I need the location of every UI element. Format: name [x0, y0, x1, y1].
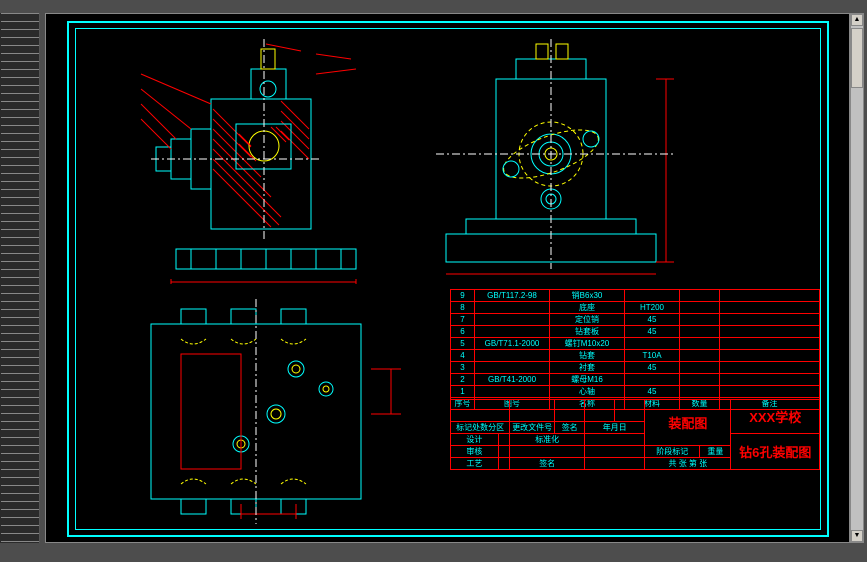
- role-std: 标准化: [510, 434, 585, 446]
- parts-row: 9GB/T117.2-98销B6x30: [451, 290, 820, 302]
- scroll-thumb[interactable]: [851, 28, 863, 88]
- parts-row: 8 底座HT200: [451, 302, 820, 314]
- parts-cell: [680, 338, 720, 350]
- revision-mark: 标记处数分区: [451, 422, 510, 434]
- parts-cell: [680, 290, 720, 302]
- title-info-block: 装配图 XXX学校 标记处数分区 更改文件号 签名 年月日 设计 标准化 钻6孔…: [450, 399, 820, 470]
- parts-cell: 9: [451, 290, 475, 302]
- parts-cell: [720, 362, 820, 374]
- parts-cell: [475, 386, 550, 398]
- parts-cell: T10A: [625, 350, 680, 362]
- revision-date: 年月日: [585, 422, 645, 434]
- parts-cell: 45: [625, 326, 680, 338]
- parts-cell: [720, 386, 820, 398]
- side-view: [416, 39, 696, 284]
- parts-cell: HT200: [625, 302, 680, 314]
- parts-cell: [720, 326, 820, 338]
- parts-cell: 底座: [550, 302, 625, 314]
- parts-cell: [680, 314, 720, 326]
- parts-cell: 45: [625, 314, 680, 326]
- front-section-view: [121, 39, 391, 284]
- revision-sign: 签名: [555, 422, 585, 434]
- parts-row: 6 钻套板45: [451, 326, 820, 338]
- parts-cell: 钻套板: [550, 326, 625, 338]
- parts-cell: [625, 290, 680, 302]
- parts-cell: 螺母M16: [550, 374, 625, 386]
- parts-row: 1 心轴45: [451, 386, 820, 398]
- parts-cell: [720, 338, 820, 350]
- main-title: 装配图: [645, 400, 731, 446]
- parts-cell: [625, 338, 680, 350]
- vertical-scrollbar[interactable]: ▲ ▼: [850, 13, 864, 543]
- parts-cell: 2: [451, 374, 475, 386]
- drawing-name: 钻6孔装配图: [731, 434, 820, 470]
- parts-cell: [475, 314, 550, 326]
- scroll-down-button[interactable]: ▼: [851, 530, 863, 542]
- parts-list-table: 9GB/T117.2-98销B6x308底座HT2007定位销456钻套板455…: [450, 289, 820, 410]
- parts-cell: [720, 314, 820, 326]
- parts-cell: 钻套: [550, 350, 625, 362]
- parts-cell: 45: [625, 386, 680, 398]
- parts-cell: [720, 350, 820, 362]
- parts-cell: [680, 374, 720, 386]
- parts-cell: [680, 386, 720, 398]
- parts-cell: 螺钉M10x20: [550, 338, 625, 350]
- parts-cell: [720, 374, 820, 386]
- parts-cell: [720, 290, 820, 302]
- parts-row: 2GB/T41-2000螺母M16: [451, 374, 820, 386]
- parts-cell: 3: [451, 362, 475, 374]
- parts-cell: [475, 350, 550, 362]
- role-approve: 工艺: [451, 458, 499, 470]
- parts-cell: 5: [451, 338, 475, 350]
- parts-cell: 7: [451, 314, 475, 326]
- parts-cell: [625, 374, 680, 386]
- title-block: 9GB/T117.2-98销B6x308底座HT2007定位销456钻套板455…: [450, 289, 820, 514]
- parts-row: 3 衬套45: [451, 362, 820, 374]
- weight-label: 重量: [700, 446, 731, 458]
- parts-cell: 衬套: [550, 362, 625, 374]
- role-signed: 签名: [510, 458, 585, 470]
- parts-cell: GB/T41-2000: [475, 374, 550, 386]
- top-view: [121, 294, 411, 529]
- parts-cell: 定位销: [550, 314, 625, 326]
- parts-cell: 心轴: [550, 386, 625, 398]
- parts-cell: [680, 326, 720, 338]
- revision-file: 更改文件号: [510, 422, 555, 434]
- parts-cell: [475, 326, 550, 338]
- parts-row: 5GB/T71.1-2000螺钉M10x20: [451, 338, 820, 350]
- parts-cell: 销B6x30: [550, 290, 625, 302]
- parts-row: 7 定位销45: [451, 314, 820, 326]
- sheet-label: 共 张 第 张: [645, 458, 731, 470]
- role-check: 审核: [451, 446, 499, 458]
- cad-canvas[interactable]: 9GB/T117.2-98销B6x308底座HT2007定位销456钻套板455…: [45, 13, 850, 543]
- role-design: 设计: [451, 434, 499, 446]
- parts-cell: [680, 350, 720, 362]
- parts-cell: [720, 302, 820, 314]
- parts-cell: GB/T117.2-98: [475, 290, 550, 302]
- parts-cell: [475, 302, 550, 314]
- parts-cell: 6: [451, 326, 475, 338]
- parts-cell: 8: [451, 302, 475, 314]
- parts-cell: [680, 302, 720, 314]
- parts-cell: 1: [451, 386, 475, 398]
- parts-row: 4 钻套T10A: [451, 350, 820, 362]
- parts-cell: [680, 362, 720, 374]
- vertical-ruler: [0, 13, 40, 543]
- parts-cell: GB/T71.1-2000: [475, 338, 550, 350]
- parts-cell: 4: [451, 350, 475, 362]
- scroll-up-button[interactable]: ▲: [851, 14, 863, 26]
- school-name: XXX学校: [731, 400, 820, 434]
- parts-cell: 45: [625, 362, 680, 374]
- parts-cell: [475, 362, 550, 374]
- stage-label: 阶段标记: [645, 446, 700, 458]
